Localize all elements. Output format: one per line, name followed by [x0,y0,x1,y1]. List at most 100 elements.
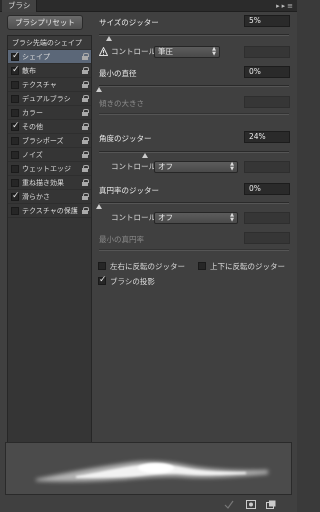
checkbox[interactable] [98,275,107,285]
list-item-dual-brush[interactable]: デュアルブラシ [8,92,91,106]
toggle-visibility-icon[interactable] [224,500,234,509]
slider-thumb[interactable] [96,87,102,92]
lock-icon[interactable] [82,179,89,186]
tilt-scale-slider [99,113,289,115]
roundness-control-field [244,212,290,224]
panel-menu-icon[interactable]: ≡ [287,2,295,10]
list-item-label: ブラシポーズ [22,137,64,145]
list-item-label: デュアルブラシ [22,95,71,103]
list-item-brush-pose[interactable]: ブラシポーズ [8,134,91,148]
roundness-control-select[interactable]: オフ ▲ ▼ [154,212,238,224]
lock-icon[interactable] [82,193,89,200]
list-item-protect-texture[interactable]: テクスチャの保護 [8,204,91,218]
checkbox[interactable] [11,137,19,145]
min-diameter-label: 最小の直径 [99,69,137,78]
checkbox[interactable] [11,109,19,117]
checkbox[interactable] [11,95,19,103]
roundness-jitter-slider[interactable] [96,202,289,209]
slider-thumb[interactable] [105,36,112,41]
flip-y-jitter-label: 上下に反転のジッター [210,262,285,271]
list-item-label: テクスチャの保護 [22,207,78,215]
size-control-field [244,46,290,58]
brush-options-list: ブラシ先端のシェイプ シェイプ 散布 テクスチャ デュアルブラシ カラー [7,35,92,450]
lock-icon[interactable] [82,53,89,60]
roundness-jitter-input[interactable]: 0% [244,183,290,195]
create-new-brush-icon[interactable] [266,500,276,509]
min-diameter-slider[interactable] [96,85,289,92]
list-item-texture[interactable]: テクスチャ [8,78,91,92]
lock-icon[interactable] [82,109,89,116]
select-value: オフ [158,162,173,171]
roundness-jitter-label: 真円率のジッター [99,186,159,195]
angle-jitter-slider[interactable] [99,151,289,158]
list-item-scatter[interactable]: 散布 [8,64,91,78]
checkbox[interactable] [11,165,19,173]
angle-control-field [244,161,290,173]
angle-control-select[interactable]: オフ ▲ ▼ [154,161,238,173]
checkbox[interactable] [11,121,20,131]
checkbox[interactable] [11,191,20,201]
min-roundness-label: 最小の真円率 [99,235,144,244]
checkbox[interactable] [198,262,206,270]
checkbox[interactable] [11,65,20,75]
checkbox[interactable] [11,81,19,89]
lock-icon[interactable] [82,207,89,214]
tilt-scale-label: 傾きの大きさ [99,99,144,108]
angle-jitter-input[interactable]: 24% [244,131,290,143]
select-arrows-icon: ▲ ▼ [230,161,234,172]
slider-thumb[interactable] [141,153,148,158]
lock-icon[interactable] [82,95,89,102]
list-item-label: 散布 [22,67,36,75]
list-item-label: 滑らかさ [22,193,50,201]
list-item-shape[interactable]: シェイプ [8,50,91,64]
shape-dynamics-settings: サイズのジッター 5% コントロール： 筆圧 ▲ ▼ 最小の直径 0% 傾きの大き… [96,12,294,452]
list-item-label: その他 [22,123,43,131]
list-item-smoothing[interactable]: 滑らかさ [8,190,91,204]
slider-thumb[interactable] [96,204,102,209]
min-roundness-input [244,232,290,244]
list-item-noise[interactable]: ノイズ [8,148,91,162]
select-arrows-icon: ▲ ▼ [212,46,216,57]
list-item-label: ノイズ [22,151,43,159]
lock-icon[interactable] [82,151,89,158]
angle-jitter-label: 角度のジッター [99,134,152,143]
list-header-tip-shape[interactable]: ブラシ先端のシェイプ [8,36,91,50]
double-arrow-icon[interactable]: ▸▸ [276,2,287,10]
list-item-build-up[interactable]: 重ね描き効果 [8,176,91,190]
lock-icon[interactable] [82,81,89,88]
list-item-label: ウェットエッジ [22,165,71,173]
select-value: 筆圧 [158,47,173,56]
warning-icon [99,47,108,56]
angle-control-row: コントロール： オフ ▲ ▼ [96,160,294,174]
brush-stroke-image [36,461,268,482]
size-jitter-label: サイズのジッター [99,18,159,27]
list-item-color[interactable]: カラー [8,106,91,120]
lock-icon[interactable] [82,67,89,74]
list-item-other[interactable]: その他 [8,120,91,134]
brush-panel: ブラシプリセット ブラシ先端のシェイプ シェイプ 散布 テクスチャ デュアルブラ… [0,12,297,512]
lock-icon[interactable] [82,165,89,172]
roundness-control-row: コントロール： オフ ▲ ▼ [96,211,294,225]
list-item-label: カラー [22,109,43,117]
lock-icon[interactable] [82,137,89,144]
checkbox[interactable] [11,207,19,215]
checkbox[interactable] [11,179,19,187]
size-control-row: コントロール： 筆圧 ▲ ▼ [96,45,294,59]
tilt-scale-input [244,96,290,108]
list-item-label: シェイプ [22,53,50,61]
min-roundness-slider [99,249,289,251]
size-jitter-input[interactable]: 5% [244,15,290,27]
new-preset-icon[interactable] [246,500,256,509]
bottom-toolbar [0,498,297,512]
list-item-wet-edges[interactable]: ウェットエッジ [8,162,91,176]
checkbox[interactable] [11,51,20,61]
brush-presets-button[interactable]: ブラシプリセット [7,15,83,30]
lock-icon[interactable] [82,123,89,130]
tab-brush[interactable]: ブラシ [2,0,38,12]
size-jitter-slider[interactable] [99,34,289,41]
checkbox[interactable] [98,262,106,270]
titlebar: ブラシ ▸▸≡ [0,0,297,12]
size-control-select[interactable]: 筆圧 ▲ ▼ [154,46,220,58]
checkbox[interactable] [11,151,19,159]
min-diameter-input[interactable]: 0% [244,66,290,78]
